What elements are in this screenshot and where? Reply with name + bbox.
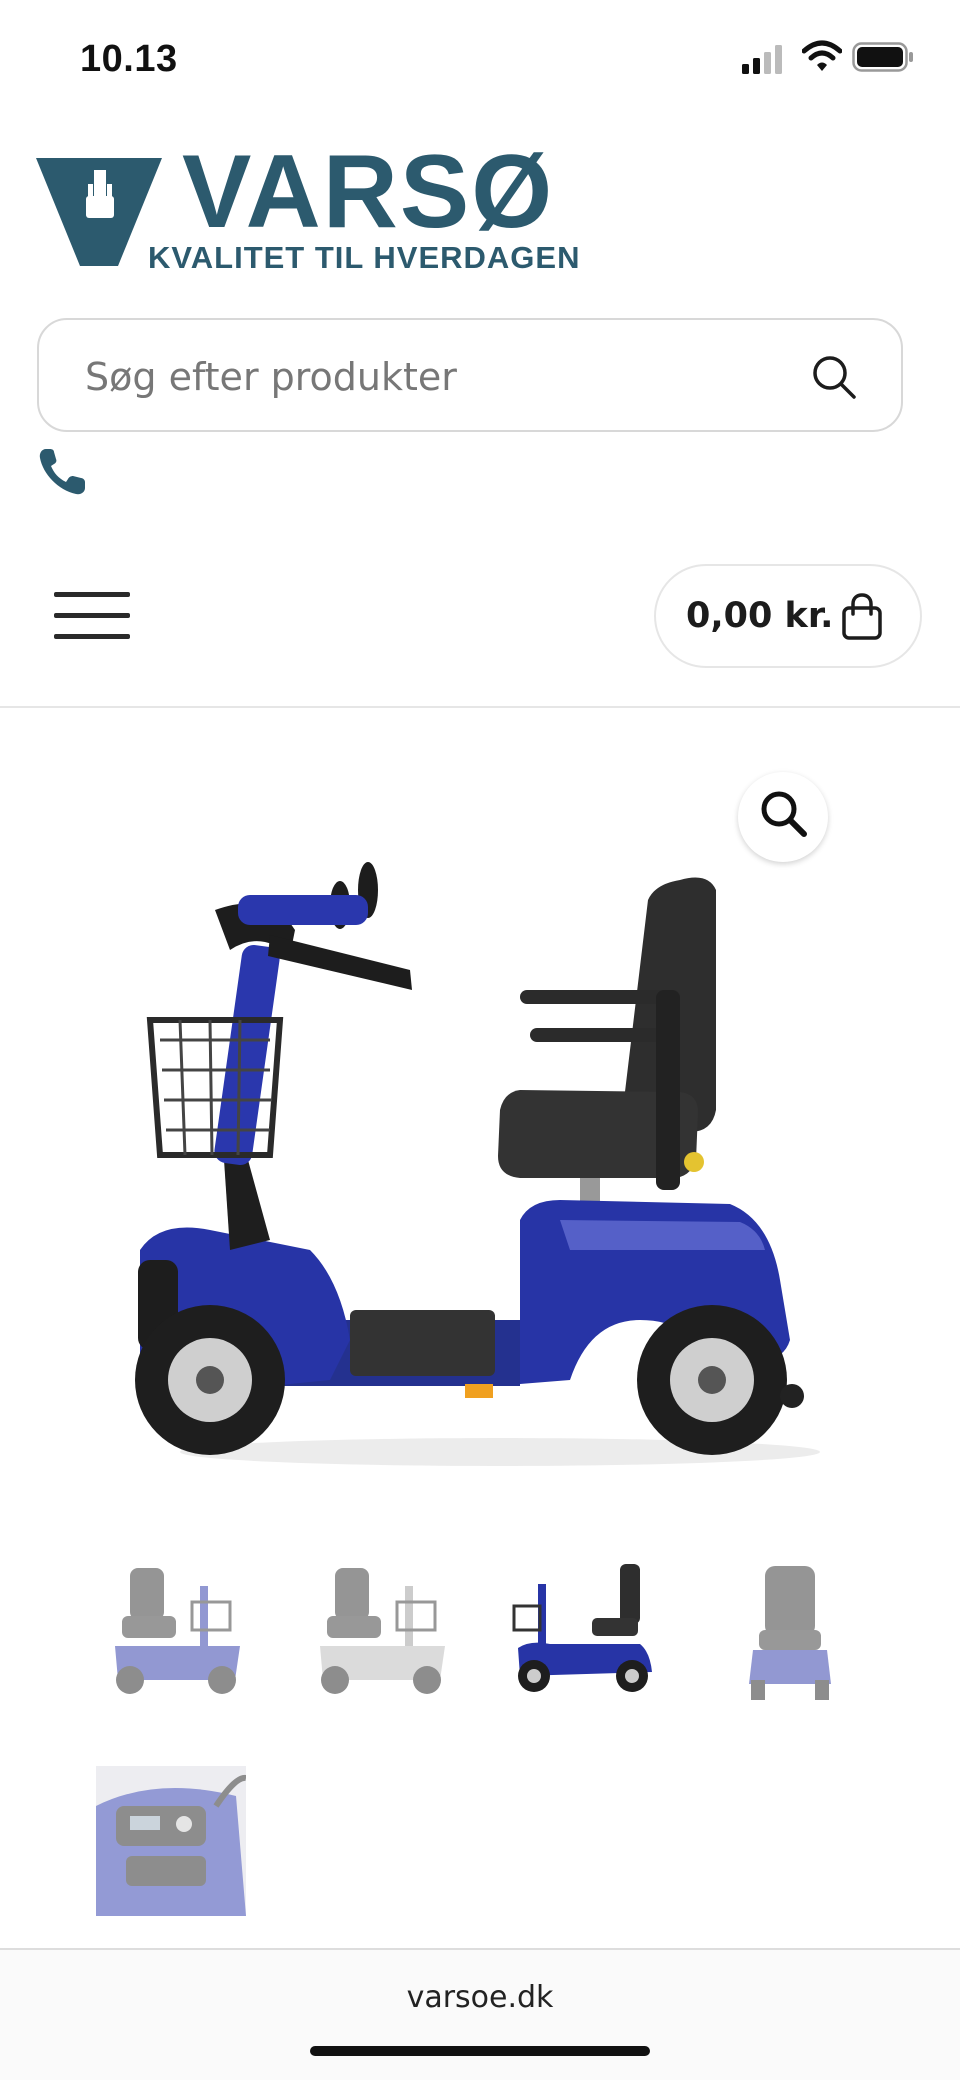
gallery-thumbnail-5[interactable]: [96, 1766, 247, 1916]
home-indicator[interactable]: [310, 2046, 650, 2056]
search-icon[interactable]: [811, 354, 857, 405]
hamburger-menu-icon[interactable]: [50, 588, 132, 644]
logo-tagline: KVALITET TIL HVERDAGEN: [148, 240, 581, 275]
shopping-bag-icon: [840, 592, 884, 647]
wifi-icon: [801, 40, 843, 77]
logo-mark-icon[interactable]: [36, 150, 162, 271]
battery-icon: [852, 42, 914, 77]
logo-wordmark[interactable]: VARSØ: [182, 140, 554, 244]
gallery-thumbnail-2[interactable]: [305, 1556, 455, 1706]
phone-icon[interactable]: [36, 446, 88, 503]
status-time: 10.13: [80, 38, 178, 80]
cellular-signal-icon: [742, 44, 786, 79]
magnifier-icon: [758, 788, 810, 845]
gallery-thumbnail-1[interactable]: [100, 1556, 250, 1706]
search-input[interactable]: [83, 350, 787, 404]
browser-url[interactable]: varsoe.dk: [0, 1980, 960, 2015]
gallery-thumbnail-4[interactable]: [715, 1556, 865, 1706]
cart-total: 0,00 kr.: [686, 596, 834, 636]
browser-address-bar[interactable]: varsoe.dk: [0, 1948, 960, 2080]
product-main-image[interactable]: [120, 780, 840, 1480]
gallery-thumbnail-3[interactable]: [510, 1556, 660, 1706]
cart-button[interactable]: 0,00 kr.: [654, 564, 922, 668]
header-divider: [0, 706, 960, 708]
zoom-button[interactable]: [738, 772, 828, 862]
search-bar[interactable]: [37, 318, 903, 432]
